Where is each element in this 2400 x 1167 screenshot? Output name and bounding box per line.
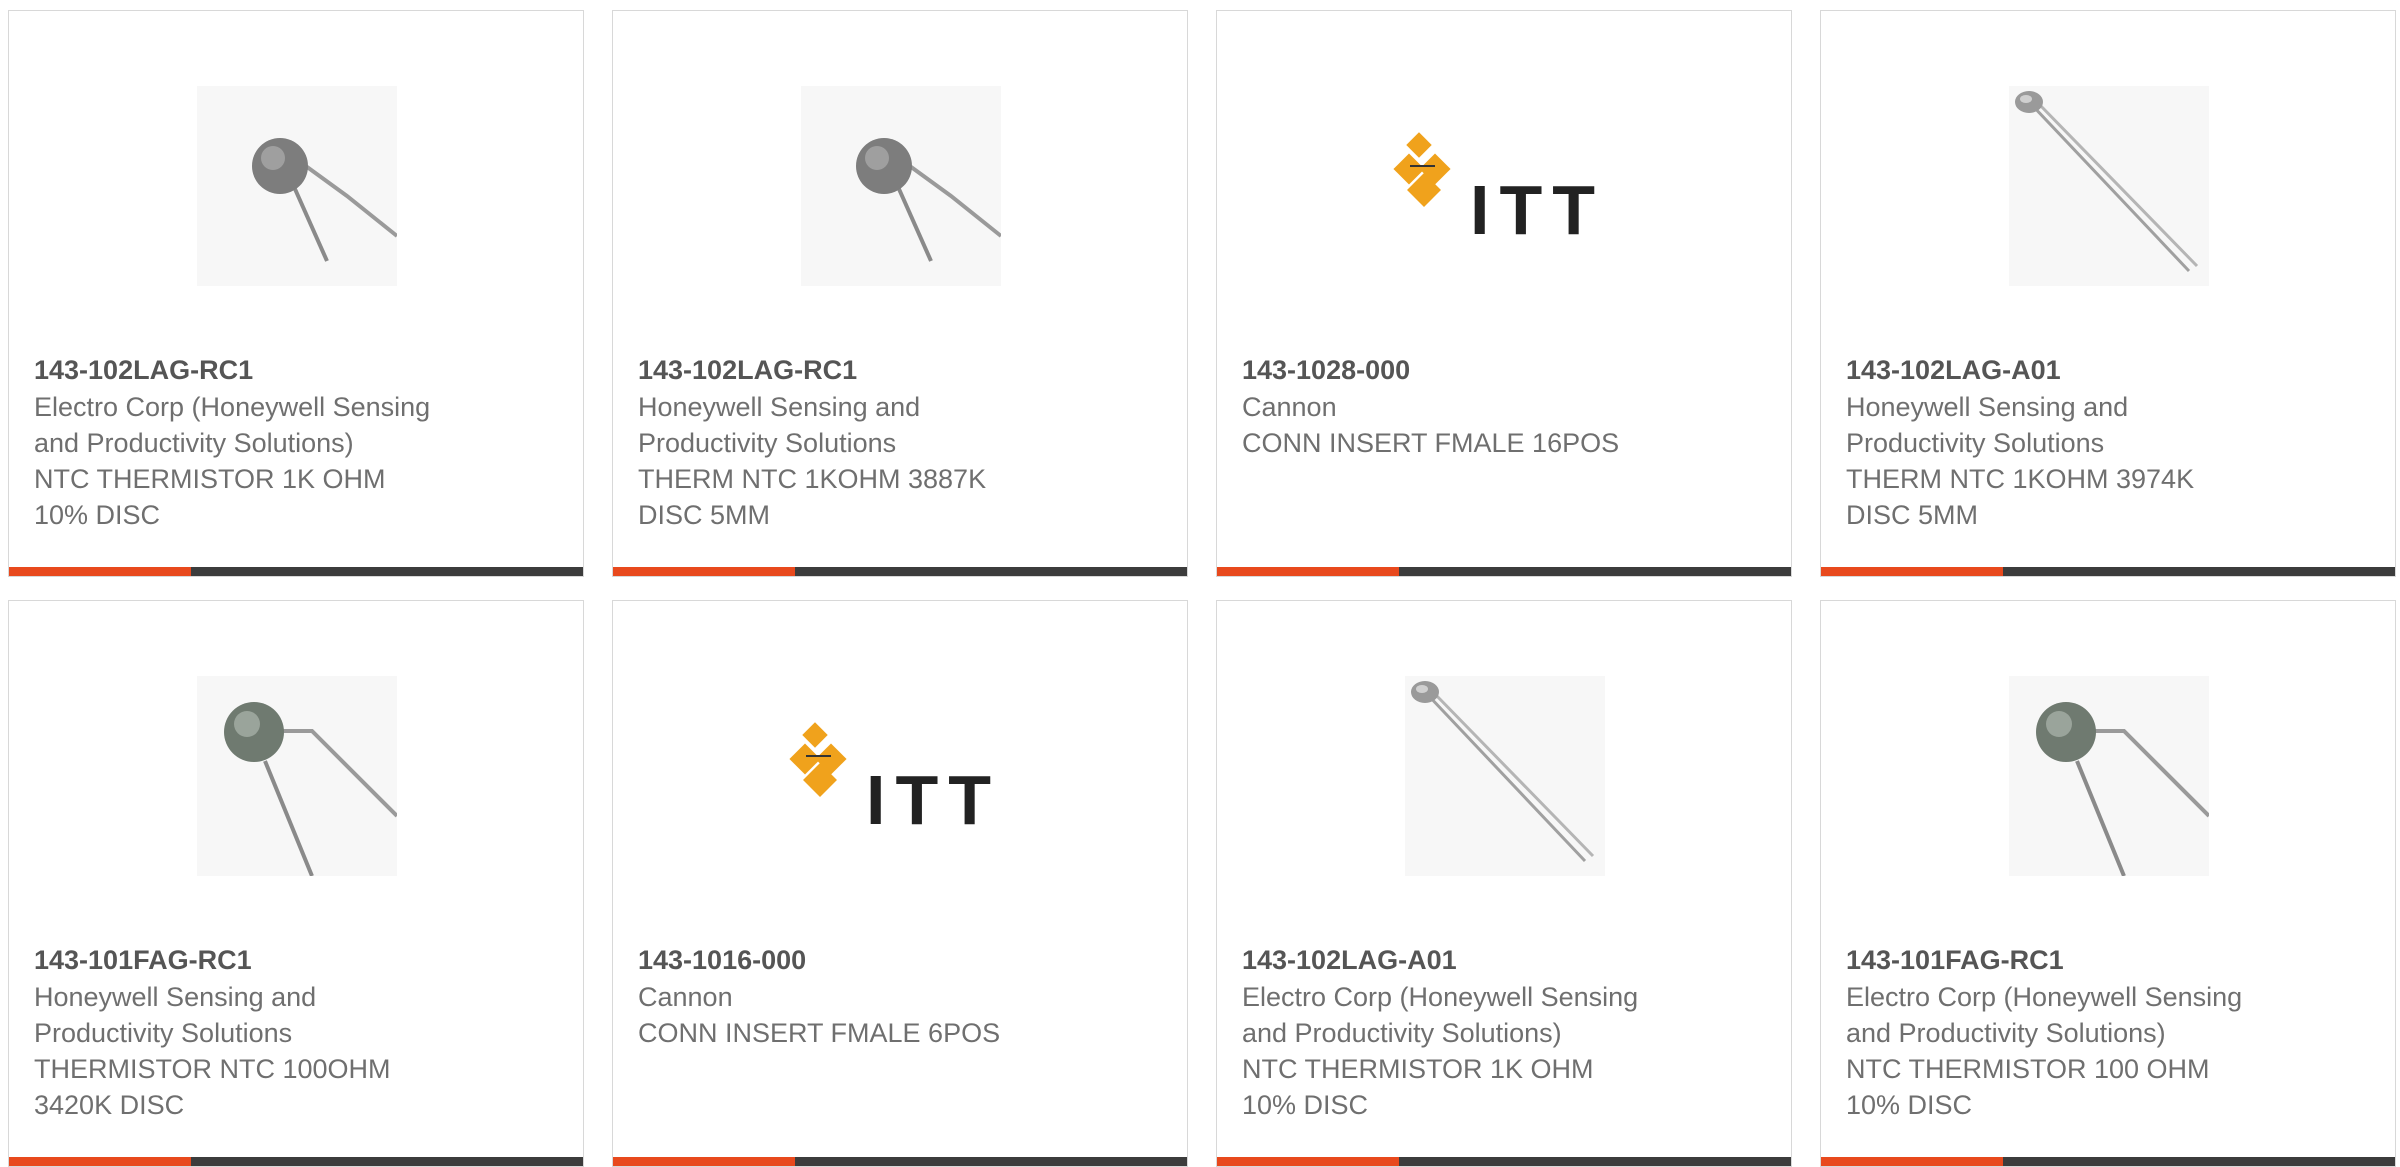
logo-text: ITT bbox=[1470, 171, 1605, 249]
product-info: 143-101FAG-RC1 Electro Corp (Honeywell S… bbox=[1846, 943, 2286, 1123]
product-card[interactable]: 143-101FAG-RC1 Electro Corp (Honeywell S… bbox=[1820, 600, 2396, 1167]
card-footer-bar bbox=[1217, 567, 1791, 576]
description: THERM NTC 1KOHM 3974K bbox=[1846, 464, 2195, 494]
manufacturer: Electro Corp (Honeywell Sensing bbox=[1846, 982, 2243, 1012]
product-image[interactable] bbox=[2009, 86, 2209, 286]
thermistor-disc-icon bbox=[2036, 702, 2209, 876]
product-card[interactable]: 143-102LAG-RC1 Electro Corp (Honeywell S… bbox=[8, 10, 584, 577]
card-footer-bar bbox=[1821, 1157, 2395, 1166]
description: 10% DISC bbox=[34, 500, 161, 530]
logo-text: ITT bbox=[866, 761, 1001, 839]
description: DISC 5MM bbox=[638, 500, 771, 530]
card-accent bbox=[1217, 567, 1399, 576]
manufacturer: Productivity Solutions bbox=[638, 428, 897, 458]
product-image[interactable] bbox=[2009, 676, 2209, 876]
product-image[interactable] bbox=[1405, 676, 1605, 876]
card-footer-bar bbox=[1821, 567, 2395, 576]
manufacturer: Electro Corp (Honeywell Sensing bbox=[34, 392, 431, 422]
card-accent bbox=[1217, 1157, 1399, 1166]
manufacturer: Productivity Solutions bbox=[1846, 428, 2105, 458]
description: THERM NTC 1KOHM 3887K bbox=[638, 464, 987, 494]
part-number[interactable]: 143-102LAG-RC1 bbox=[34, 353, 474, 387]
card-footer-bar bbox=[9, 567, 583, 576]
thermistor-disc-icon bbox=[252, 138, 397, 262]
part-number[interactable]: 143-1016-000 bbox=[638, 943, 1078, 977]
manufacturer: Cannon bbox=[638, 982, 733, 1012]
product-image[interactable] bbox=[197, 86, 397, 286]
manufacturer: Honeywell Sensing and bbox=[1846, 392, 2129, 422]
description: THERMISTOR NTC 100OHM bbox=[34, 1054, 391, 1084]
manufacturer: Honeywell Sensing and bbox=[638, 392, 921, 422]
description: 10% DISC bbox=[1846, 1090, 1973, 1120]
description: 10% DISC bbox=[1242, 1090, 1369, 1120]
part-number[interactable]: 143-1028-000 bbox=[1242, 353, 1682, 387]
card-footer-bar bbox=[9, 1157, 583, 1166]
description: NTC THERMISTOR 100 OHM bbox=[1846, 1054, 2210, 1084]
itt-logo: ITT bbox=[1393, 132, 1605, 249]
part-number[interactable]: 143-102LAG-A01 bbox=[1846, 353, 2286, 387]
product-card[interactable]: 143-101FAG-RC1 Honeywell Sensing and Pro… bbox=[8, 600, 584, 1167]
description: CONN INSERT FMALE 6POS bbox=[638, 1018, 1001, 1048]
description: 3420K DISC bbox=[34, 1090, 185, 1120]
card-accent bbox=[1821, 567, 2003, 576]
thermistor-probe-icon bbox=[2015, 91, 2199, 273]
product-image[interactable] bbox=[801, 86, 1001, 286]
thermistor-disc-icon bbox=[856, 138, 1001, 262]
card-footer-bar bbox=[613, 567, 1187, 576]
manufacturer: Electro Corp (Honeywell Sensing bbox=[1242, 982, 1639, 1012]
manufacturer: Cannon bbox=[1242, 392, 1337, 422]
description: CONN INSERT FMALE 16POS bbox=[1242, 428, 1620, 458]
manufacturer: and Productivity Solutions) bbox=[1242, 1018, 1562, 1048]
description: NTC THERMISTOR 1K OHM bbox=[34, 464, 386, 494]
card-accent bbox=[613, 1157, 795, 1166]
product-card[interactable]: ITT 143-1016-000 Cannon CONN INSERT FMAL… bbox=[612, 600, 1188, 1167]
product-grid: 143-102LAG-RC1 Electro Corp (Honeywell S… bbox=[0, 0, 2400, 1167]
product-image[interactable]: ITT bbox=[776, 676, 1026, 876]
product-info: 143-1016-000 Cannon CONN INSERT FMALE 6P… bbox=[638, 943, 1078, 1051]
product-info: 143-101FAG-RC1 Honeywell Sensing and Pro… bbox=[34, 943, 474, 1123]
product-card[interactable]: ITT 143-1028-000 Cannon CONN INSERT FMAL… bbox=[1216, 10, 1792, 577]
manufacturer: and Productivity Solutions) bbox=[1846, 1018, 2166, 1048]
part-number[interactable]: 143-102LAG-RC1 bbox=[638, 353, 1078, 387]
card-footer-bar bbox=[613, 1157, 1187, 1166]
product-info: 143-102LAG-RC1 Honeywell Sensing and Pro… bbox=[638, 353, 1078, 533]
card-footer-bar bbox=[1217, 1157, 1791, 1166]
manufacturer: Productivity Solutions bbox=[34, 1018, 293, 1048]
product-info: 143-102LAG-A01 Honeywell Sensing and Pro… bbox=[1846, 353, 2286, 533]
product-card[interactable]: 143-102LAG-A01 Electro Corp (Honeywell S… bbox=[1216, 600, 1792, 1167]
thermistor-probe-icon bbox=[1411, 681, 1595, 863]
product-info: 143-102LAG-RC1 Electro Corp (Honeywell S… bbox=[34, 353, 474, 533]
card-accent bbox=[613, 567, 795, 576]
description: DISC 5MM bbox=[1846, 500, 1979, 530]
product-card[interactable]: 143-102LAG-RC1 Honeywell Sensing and Pro… bbox=[612, 10, 1188, 577]
product-info: 143-1028-000 Cannon CONN INSERT FMALE 16… bbox=[1242, 353, 1682, 461]
manufacturer: Honeywell Sensing and bbox=[34, 982, 317, 1012]
thermistor-disc-icon bbox=[224, 702, 397, 876]
itt-logo: ITT bbox=[789, 722, 1001, 839]
product-image[interactable]: ITT bbox=[1380, 86, 1630, 286]
part-number[interactable]: 143-101FAG-RC1 bbox=[34, 943, 474, 977]
card-accent bbox=[9, 567, 191, 576]
product-image[interactable] bbox=[197, 676, 397, 876]
description: NTC THERMISTOR 1K OHM bbox=[1242, 1054, 1594, 1084]
part-number[interactable]: 143-102LAG-A01 bbox=[1242, 943, 1682, 977]
product-card[interactable]: 143-102LAG-A01 Honeywell Sensing and Pro… bbox=[1820, 10, 2396, 577]
part-number[interactable]: 143-101FAG-RC1 bbox=[1846, 943, 2286, 977]
card-accent bbox=[1821, 1157, 2003, 1166]
manufacturer: and Productivity Solutions) bbox=[34, 428, 354, 458]
product-info: 143-102LAG-A01 Electro Corp (Honeywell S… bbox=[1242, 943, 1682, 1123]
card-accent bbox=[9, 1157, 191, 1166]
